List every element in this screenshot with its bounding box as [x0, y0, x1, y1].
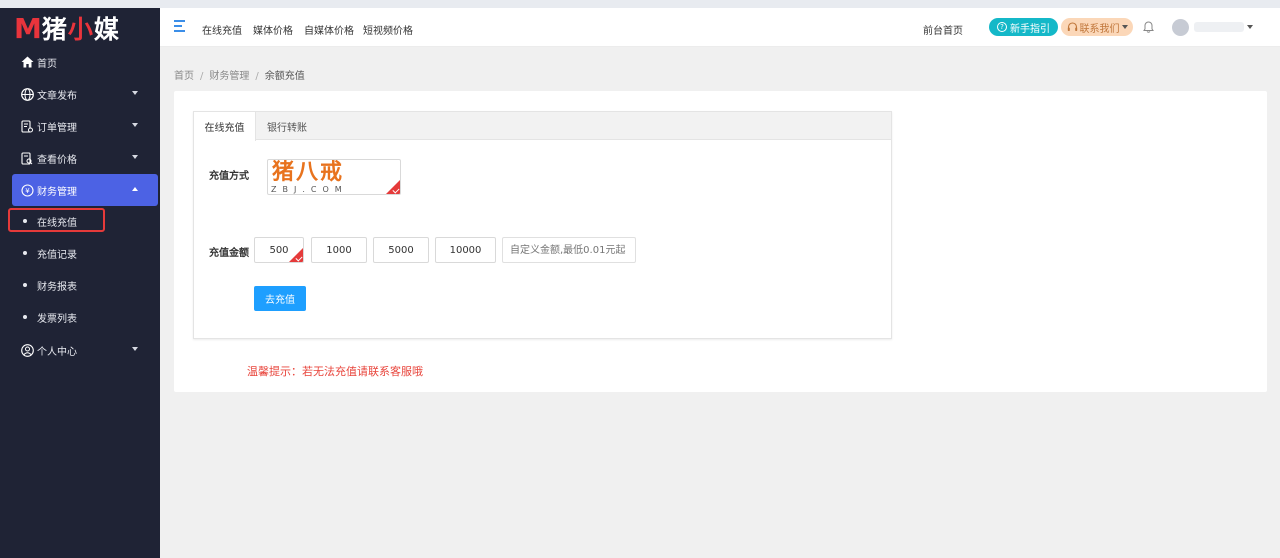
main-card: 在线充值 银行转账 充值方式 猪八戒 ZBJ.COM 充值金额 500 1000…: [174, 91, 1267, 392]
custom-amount-input[interactable]: [502, 237, 636, 263]
chevron-down-icon: [1121, 25, 1128, 29]
svg-text:¥: ¥: [25, 187, 30, 195]
chevron-down-icon: [132, 155, 138, 159]
breadcrumb: 首页 / 财务管理 / 余额充值: [174, 71, 305, 82]
selected-check-icon: [386, 180, 400, 194]
chevron-down-icon: [132, 347, 138, 351]
zbj-logo: 猪八戒: [272, 160, 345, 185]
amount-option-10000[interactable]: 10000: [435, 237, 496, 263]
selection-highlight: [8, 208, 105, 232]
sidebar-item-label: 个人中心: [37, 346, 77, 358]
guide-button[interactable]: ? 新手指引: [989, 18, 1058, 36]
tab-bank-transfer[interactable]: 银行转账: [256, 112, 318, 140]
home-icon: [20, 55, 34, 69]
amount-value: 1000: [326, 244, 352, 256]
sidebar-item-prices[interactable]: 查看价格: [12, 142, 158, 174]
sidebar-subitem-finance-report[interactable]: 财务报表: [12, 273, 158, 297]
recharge-button[interactable]: 去充值: [254, 286, 306, 311]
sidebar-subitem-recharge-records[interactable]: 充值记录: [12, 241, 158, 265]
tab-online-recharge[interactable]: 在线充值: [194, 112, 256, 141]
bullet-icon: [23, 251, 27, 255]
price-icon: [20, 151, 34, 165]
sidebar-item-profile[interactable]: 个人中心: [12, 334, 158, 366]
front-home-link[interactable]: 前台首页: [923, 22, 963, 37]
sidebar-item-finance[interactable]: ¥ 财务管理: [12, 174, 158, 206]
breadcrumb-current: 余额充值: [264, 71, 305, 82]
amount-option-5000[interactable]: 5000: [373, 237, 429, 263]
bell-icon[interactable]: [1143, 21, 1154, 33]
sidebar-item-orders[interactable]: 订单管理: [12, 110, 158, 142]
amount-value: 10000: [449, 244, 482, 256]
question-icon: ?: [997, 22, 1007, 32]
globe-icon: [20, 87, 34, 101]
bullet-icon: [23, 315, 27, 319]
top-link-short-video-price[interactable]: 短视频价格: [363, 22, 413, 37]
logo[interactable]: M 猪小媒: [14, 11, 120, 45]
top-link-online-recharge[interactable]: 在线充值: [202, 22, 242, 37]
logo-mark: M: [14, 11, 42, 45]
top-header: 在线充值 媒体价格 自媒体价格 短视频价格 前台首页 ? 新手指引 联系我们: [160, 0, 1280, 47]
user-icon: [20, 343, 34, 357]
recharge-tabs: 在线充值 银行转账 充值方式 猪八戒 ZBJ.COM 充值金额 500 1000…: [193, 111, 892, 339]
username-blurred[interactable]: [1194, 22, 1244, 32]
payment-option-zbj[interactable]: 猪八戒 ZBJ.COM: [267, 159, 401, 195]
guide-label: 新手指引: [1010, 23, 1050, 35]
amount-value: 5000: [388, 244, 414, 256]
sidebar-item-home[interactable]: 首页: [12, 46, 158, 78]
sidebar-subitem-label: 财务报表: [37, 281, 77, 293]
logo-text: 猪小媒: [41, 15, 120, 44]
sidebar-item-label: 财务管理: [37, 186, 77, 198]
sidebar-item-label: 查看价格: [37, 154, 77, 166]
method-label: 充值方式: [209, 171, 249, 182]
amount-option-1000[interactable]: 1000: [311, 237, 367, 263]
avatar[interactable]: [1172, 19, 1189, 36]
breadcrumb-home[interactable]: 首页: [174, 71, 194, 82]
menu-toggle-icon[interactable]: [174, 20, 185, 32]
sidebar-top-strip: [0, 0, 160, 8]
amount-value: 500: [269, 244, 289, 256]
chevron-up-icon: [132, 187, 138, 191]
breadcrumb-finance[interactable]: 财务管理: [209, 71, 249, 82]
sidebar-item-article[interactable]: 文章发布: [12, 78, 158, 110]
zbj-domain: ZBJ.COM: [271, 185, 348, 194]
order-icon: [20, 119, 34, 133]
headset-icon: [1067, 21, 1077, 31]
sidebar-item-label: 文章发布: [37, 90, 77, 102]
amount-label: 充值金额: [209, 248, 249, 259]
sidebar-item-label: 首页: [37, 58, 57, 70]
amount-option-500[interactable]: 500: [254, 237, 304, 263]
contact-button[interactable]: 联系我们: [1061, 18, 1133, 36]
sidebar-subitem-label: 充值记录: [37, 249, 77, 261]
tab-bar: 在线充值 银行转账: [194, 112, 891, 141]
chevron-down-icon: [132, 123, 138, 127]
finance-icon: ¥: [20, 183, 34, 197]
chevron-down-icon: [132, 91, 138, 95]
contact-label: 联系我们: [1079, 23, 1120, 35]
sidebar: M 猪小媒 首页 文章发布 订单管理 查看价格 ¥ 财务管理 在线充值 充值记录…: [0, 0, 160, 558]
chevron-down-icon[interactable]: [1247, 25, 1253, 29]
sidebar-subitem-label: 发票列表: [37, 313, 77, 325]
warm-tip: 温馨提示：若无法充值请联系客服哦: [247, 365, 423, 378]
bullet-icon: [23, 283, 27, 287]
sidebar-item-label: 订单管理: [37, 122, 77, 134]
sidebar-subitem-invoice-list[interactable]: 发票列表: [12, 305, 158, 329]
selected-check-icon: [289, 248, 303, 262]
top-link-self-media-price[interactable]: 自媒体价格: [304, 22, 354, 37]
top-link-media-price[interactable]: 媒体价格: [253, 22, 293, 37]
